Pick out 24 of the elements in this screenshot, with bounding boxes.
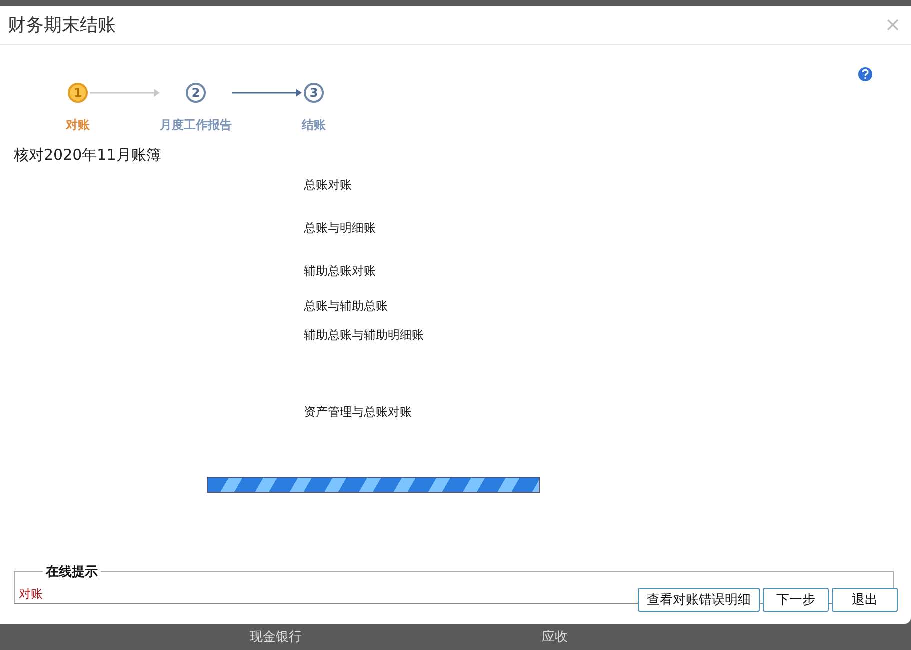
- hint-text: 对账: [19, 586, 43, 603]
- background-label: 现金银行: [250, 629, 302, 646]
- step-label: 月度工作报告: [160, 117, 232, 134]
- action-button[interactable]: 退出: [832, 588, 898, 612]
- section-heading: 核对2020年11月账簿: [14, 146, 162, 165]
- check-item: 总账与明细账: [304, 220, 377, 237]
- action-button[interactable]: 下一步: [763, 588, 829, 612]
- panel-legend: 在线提示: [43, 563, 101, 581]
- check-item: 总账对账: [304, 177, 353, 194]
- background-label: 应收: [542, 629, 568, 646]
- step-label: 结账: [302, 117, 326, 134]
- check-item: 辅助总账对账: [304, 263, 377, 280]
- arrow-icon: [232, 88, 302, 98]
- check-item: 资产管理与总账对账: [304, 404, 413, 421]
- window-title: 财务期末结账: [8, 14, 116, 37]
- check-item: 总账与辅助总账: [304, 298, 389, 315]
- step-number: 2: [186, 83, 206, 103]
- step-label: 对账: [66, 117, 90, 134]
- check-item: 辅助总账与辅助明细账: [304, 327, 425, 344]
- step-number: 1: [68, 83, 88, 103]
- arrow-icon: [90, 88, 160, 98]
- action-button[interactable]: 查看对账错误明细: [638, 588, 760, 612]
- help-icon[interactable]: [858, 67, 873, 82]
- step-number: 3: [304, 83, 324, 103]
